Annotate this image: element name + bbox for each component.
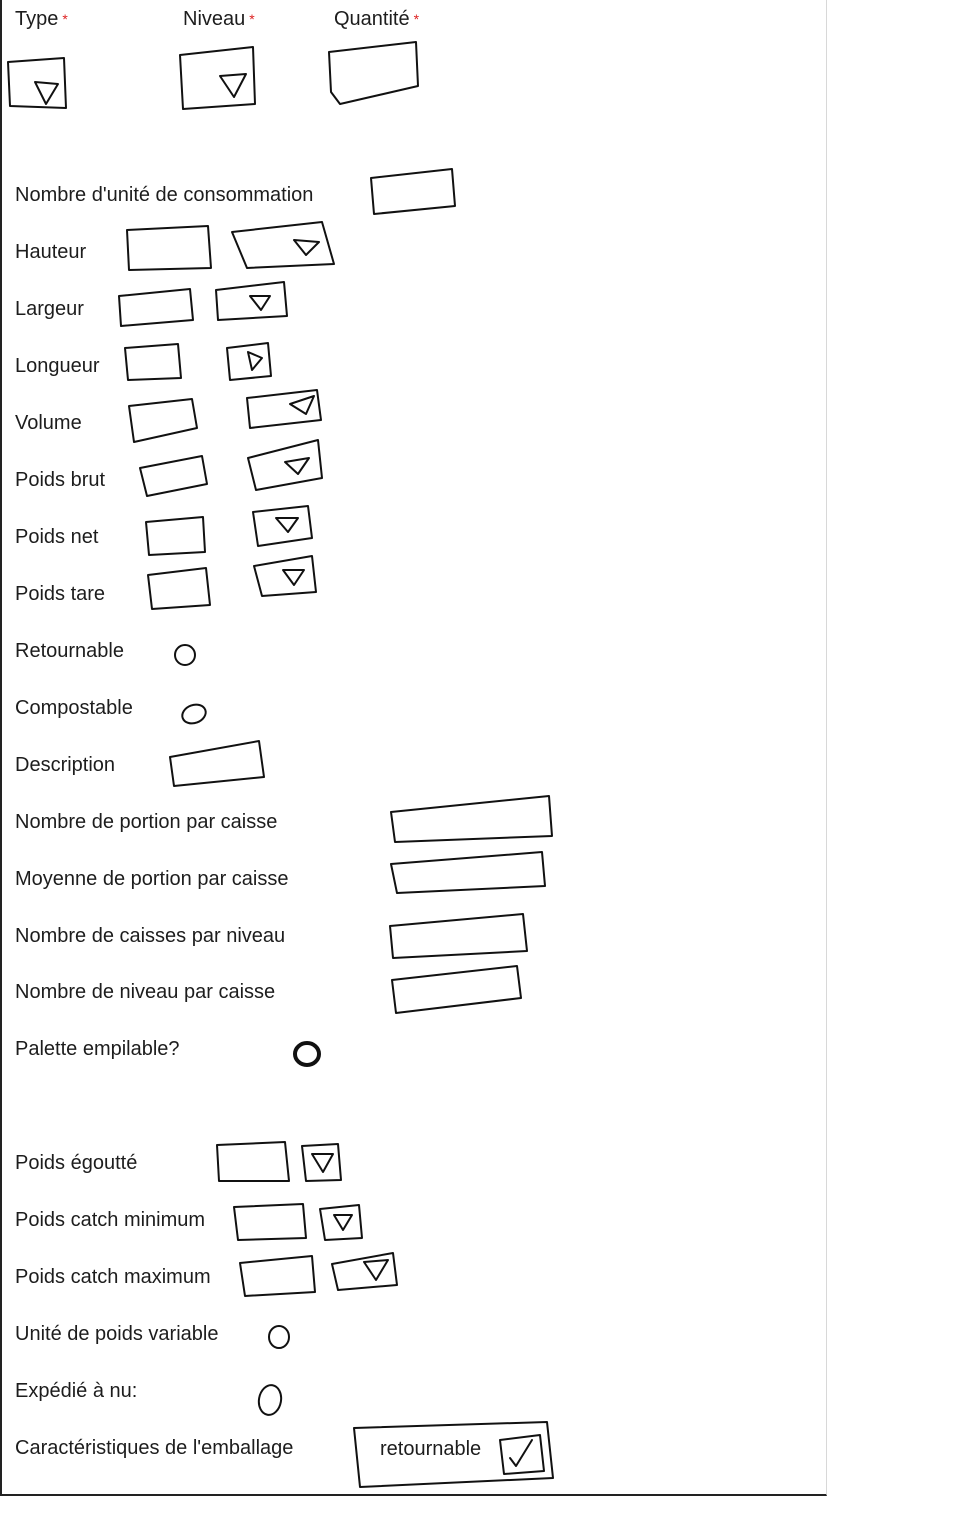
- poids-catch-min-input[interactable]: [233, 1203, 307, 1241]
- dropdown-arrow-icon: [293, 239, 320, 256]
- niveau-select[interactable]: [179, 46, 256, 110]
- checkmark-icon: [509, 1439, 533, 1467]
- poids-tare-input[interactable]: [147, 567, 211, 610]
- poids-brut-input[interactable]: [139, 455, 208, 497]
- poids-egoutte-unit-select[interactable]: [301, 1143, 342, 1182]
- nombre-unite-input[interactable]: [370, 168, 456, 215]
- largeur-unit-select[interactable]: [215, 281, 288, 321]
- volume-input[interactable]: [128, 398, 198, 443]
- moyenne-portion-input[interactable]: [390, 851, 546, 894]
- nombre-portion-input[interactable]: [390, 795, 553, 843]
- type-select[interactable]: [7, 57, 67, 109]
- poids-net-unit-select[interactable]: [252, 505, 313, 547]
- hauteur-input[interactable]: [126, 225, 212, 271]
- volume-unit-select[interactable]: [246, 389, 322, 429]
- poids-brut-unit-select[interactable]: [247, 439, 323, 491]
- poids-catch-max-input[interactable]: [239, 1255, 316, 1297]
- dropdown-arrow-icon: [289, 395, 315, 415]
- hauteur-unit-select[interactable]: [231, 221, 335, 269]
- retournable-radio[interactable]: [174, 644, 196, 666]
- dropdown-arrow-icon: [275, 517, 299, 533]
- compostable-radio[interactable]: [180, 701, 209, 726]
- retournable-checkbox[interactable]: [499, 1434, 545, 1475]
- dropdown-arrow-icon: [311, 1153, 334, 1173]
- nombre-niveau-input[interactable]: [391, 965, 522, 1014]
- expedie-a-nu-radio[interactable]: [257, 1383, 284, 1416]
- poids-net-input[interactable]: [145, 516, 206, 556]
- poids-catch-max-unit-select[interactable]: [331, 1252, 398, 1291]
- dropdown-arrow-icon: [363, 1259, 389, 1281]
- dropdown-arrow-icon: [34, 81, 59, 105]
- description-input[interactable]: [169, 740, 265, 787]
- dropdown-arrow-icon: [247, 351, 263, 371]
- nombre-caisses-input[interactable]: [389, 913, 528, 959]
- dropdown-arrow-icon: [249, 295, 271, 311]
- poids-egoutte-input[interactable]: [216, 1141, 290, 1182]
- longueur-input[interactable]: [124, 343, 182, 381]
- dropdown-arrow-icon: [284, 457, 310, 475]
- dropdown-arrow-icon: [282, 569, 305, 586]
- longueur-unit-select[interactable]: [226, 342, 272, 381]
- unite-poids-variable-radio[interactable]: [268, 1325, 290, 1349]
- sketch-layer: [7, 41, 554, 1488]
- palette-empilable-radio[interactable]: [293, 1041, 321, 1067]
- dropdown-arrow-icon: [333, 1214, 353, 1231]
- poids-tare-unit-select[interactable]: [253, 555, 317, 597]
- largeur-input[interactable]: [118, 288, 194, 327]
- quantite-input[interactable]: [328, 41, 419, 105]
- dropdown-arrow-icon: [219, 73, 247, 98]
- poids-catch-min-unit-select[interactable]: [319, 1204, 363, 1241]
